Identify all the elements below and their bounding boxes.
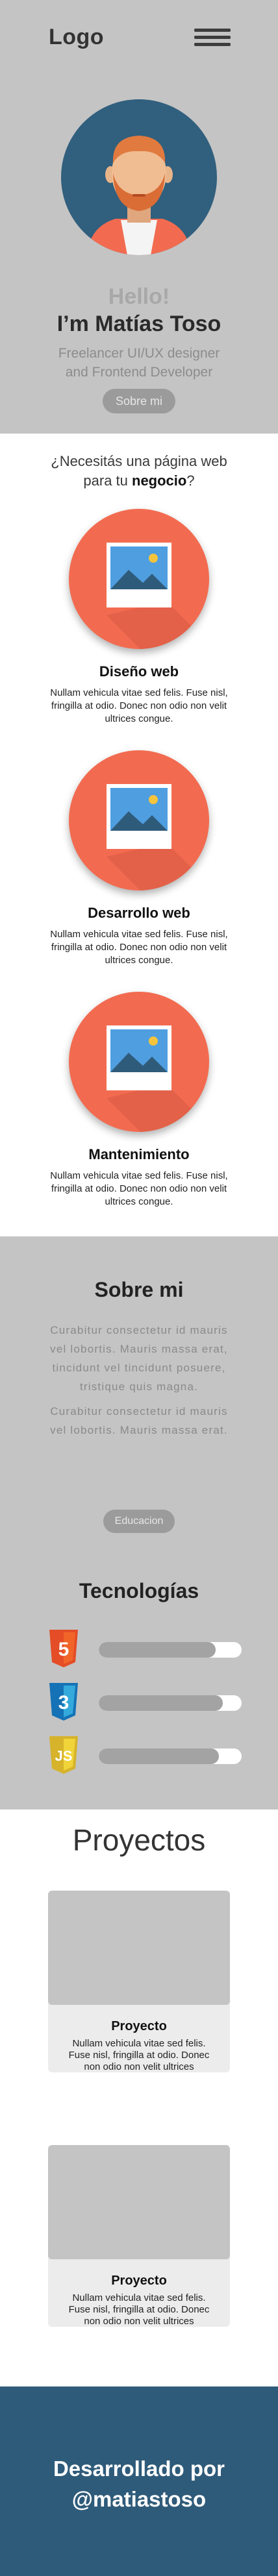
hero-role-line2: and Frontend Developer — [65, 365, 213, 380]
project-description: Nullam vehicula vitae sed felis. Fuse ni… — [68, 2038, 210, 2072]
service-title: Mantenimiento — [88, 1146, 190, 1162]
project-description: Nullam vehicula vitae sed felis. Fuse ni… — [68, 2292, 210, 2327]
project-name: Proyecto — [111, 2019, 167, 2033]
image-placeholder-icon — [69, 750, 209, 890]
project-card[interactable]: Proyecto Nullam vehicula vitae sed felis… — [48, 2145, 230, 2327]
image-placeholder-icon — [69, 992, 209, 1132]
service-title: Desarrollo web — [88, 905, 190, 921]
html5-logo-icon: 5 — [48, 1630, 79, 1667]
hero-role-line1: Freelancer UI/UX designer — [58, 346, 220, 361]
js-logo-icon: JS — [48, 1736, 79, 1774]
hero-name: I’m Matías Toso — [57, 312, 221, 336]
services-question-line1: ¿Necesitás una página web — [51, 453, 227, 469]
css3-logo-icon: 3 — [48, 1683, 79, 1721]
tech-row-js: JS — [0, 1736, 278, 1778]
footer-credit: Desarrollado por @matiastoso — [0, 2453, 278, 2514]
service-description: Nullam vehicula vitae sed felis. Fuse ni… — [50, 687, 228, 724]
skill-bar-html — [99, 1642, 242, 1658]
top-navbar: Logo — [0, 0, 278, 78]
services-question: ¿Necesitás una página web para tu negoci… — [26, 452, 252, 491]
skill-fill — [99, 1642, 216, 1658]
footer-handle-link[interactable]: @matiastoso — [0, 2484, 278, 2514]
image-placeholder-icon — [69, 509, 209, 649]
services-question-middle: para tu — [83, 472, 132, 489]
services-question-bold: negocio — [132, 472, 187, 489]
about-paragraph: Curabitur consectetur id mauris vel lobo… — [50, 1405, 228, 1436]
skill-bar-js — [99, 1748, 242, 1764]
about-title: Sobre mi — [94, 1278, 184, 1301]
footer: Desarrollado por @matiastoso — [0, 2386, 278, 2576]
about-section: Sobre mi Curabitur consectetur id mauris… — [0, 1236, 278, 1809]
service-title: Diseño web — [99, 663, 179, 680]
service-description: Nullam vehicula vitae sed felis. Fuse ni… — [50, 1170, 228, 1207]
hamburger-menu-icon[interactable] — [194, 29, 231, 47]
project-image-placeholder — [48, 2145, 230, 2259]
projects-section: Proyectos Proyecto Nullam vehicula vitae… — [0, 1809, 278, 2386]
hero-greeting: Hello! — [108, 284, 170, 309]
about-paragraph: Curabitur consectetur id mauris vel lobo… — [50, 1324, 228, 1393]
logo[interactable]: Logo — [49, 25, 104, 50]
tech-row-html: 5 — [0, 1630, 278, 1671]
services-section: ¿Necesitás una página web para tu negoci… — [0, 434, 278, 1236]
projects-title: Proyectos — [72, 1823, 206, 1857]
avatar-man-beard-icon — [61, 99, 217, 255]
service-description: Nullam vehicula vitae sed felis. Fuse ni… — [50, 929, 228, 966]
skill-fill — [99, 1748, 219, 1764]
hero-role: Freelancer UI/UX designer and Frontend D… — [0, 344, 278, 382]
hero-section: Logo Hello! I’m Matías Toso Freelancer U… — [0, 0, 278, 434]
footer-line1: Desarrollado por — [53, 2457, 225, 2481]
project-card[interactable]: Proyecto Nullam vehicula vitae sed felis… — [48, 1891, 230, 2072]
project-name: Proyecto — [111, 2274, 167, 2288]
services-question-suffix: ? — [186, 472, 195, 489]
html5-logo-label: 5 — [58, 1639, 70, 1660]
js-logo-label: JS — [55, 1748, 73, 1764]
project-image-placeholder — [48, 1891, 230, 2005]
tech-title: Tecnologías — [79, 1579, 199, 1602]
educacion-button[interactable]: Educacion — [103, 1510, 175, 1533]
skill-bar-css — [99, 1695, 242, 1711]
about-text: Curabitur consectetur id mauris vel lobo… — [48, 1321, 230, 1445]
sobre-mi-button[interactable]: Sobre mi — [103, 389, 175, 413]
tech-row-css: 3 — [0, 1683, 278, 1724]
css3-logo-label: 3 — [58, 1692, 70, 1713]
skill-fill — [99, 1695, 223, 1711]
